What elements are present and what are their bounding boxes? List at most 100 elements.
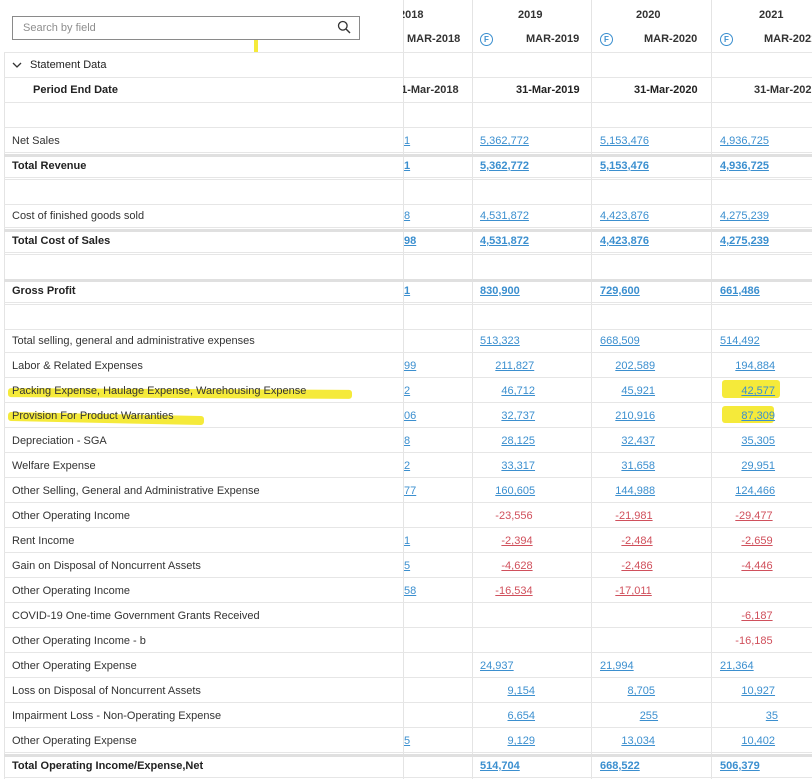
cell-value-2021[interactable]: 124,466 bbox=[735, 485, 775, 497]
cell-value-2019[interactable]: 4,531,872 bbox=[480, 235, 529, 247]
cell-value-2020[interactable]: 144,988 bbox=[615, 485, 655, 497]
cell-value-2019[interactable]: 4,531,872 bbox=[480, 210, 529, 222]
cell-value-2018[interactable]: 1 bbox=[404, 285, 410, 297]
col-period-2018[interactable]: MAR-2018 bbox=[407, 33, 460, 45]
cell-value-2020[interactable]: 4,423,876 bbox=[600, 235, 649, 247]
cell-value-2018[interactable]: 1 bbox=[404, 535, 410, 547]
cell-value-2021[interactable]: 35 bbox=[766, 710, 778, 722]
row-label: Total Cost of Sales bbox=[12, 235, 111, 247]
cell-value-2020[interactable]: 729,600 bbox=[600, 285, 640, 297]
cell-value-2021[interactable]: 661,486 bbox=[720, 285, 760, 297]
cell-value-2020[interactable]: 202,589 bbox=[615, 360, 655, 372]
cell-value-2020[interactable]: 13,034 bbox=[621, 735, 655, 747]
cell-value-2019[interactable]: -4,628 bbox=[501, 560, 532, 572]
cell-value-2018[interactable]: 98 bbox=[404, 235, 416, 247]
cell-value-2019[interactable]: 5,362,772 bbox=[480, 135, 529, 147]
cell-value-2018[interactable]: 5 bbox=[404, 735, 410, 747]
cell-value-2020[interactable]: 8,705 bbox=[628, 685, 656, 697]
cell-value-2018[interactable]: 5 bbox=[404, 560, 410, 572]
cell-value-2020[interactable]: 5,153,476 bbox=[600, 135, 649, 147]
cell-value-2021[interactable]: 42,577 bbox=[741, 385, 775, 397]
cell-value-2019[interactable]: 9,129 bbox=[508, 735, 536, 747]
col-year-2018: 2018 bbox=[403, 9, 424, 21]
cell-value-2019[interactable]: 28,125 bbox=[501, 435, 535, 447]
cell-value-2021[interactable]: 4,275,239 bbox=[720, 210, 769, 222]
cell-value-2019[interactable]: 513,323 bbox=[480, 335, 520, 347]
cell-value-2021[interactable]: 10,927 bbox=[741, 685, 775, 697]
cell-value-2020[interactable]: 4,423,876 bbox=[600, 210, 649, 222]
cell-value-2020[interactable]: 31,658 bbox=[621, 460, 655, 472]
cell-value-2018[interactable]: 8 bbox=[404, 435, 410, 447]
cell-value-2021[interactable]: -29,477 bbox=[735, 510, 772, 522]
section-toggle[interactable]: Statement Data bbox=[12, 59, 106, 71]
col-period-2019[interactable]: MAR-2019 bbox=[526, 33, 579, 45]
search-field-box[interactable] bbox=[12, 16, 360, 40]
row-label: Labor & Related Expenses bbox=[12, 360, 143, 372]
cell-value-2019[interactable]: -16,534 bbox=[495, 585, 532, 597]
cell-value-2020[interactable]: 668,509 bbox=[600, 335, 640, 347]
forecast-badge-icon[interactable]: F bbox=[720, 33, 733, 46]
col-period-2020[interactable]: MAR-2020 bbox=[644, 33, 697, 45]
cell-value-2021[interactable]: -16,185 bbox=[735, 635, 772, 647]
search-input[interactable] bbox=[21, 21, 337, 35]
search-icon[interactable] bbox=[337, 20, 351, 37]
cell-value-2019[interactable]: 830,900 bbox=[480, 285, 520, 297]
cell-value-2019[interactable]: 6,654 bbox=[508, 710, 536, 722]
cell-value-2019[interactable]: 9,154 bbox=[508, 685, 536, 697]
cell-value-2021[interactable]: -2,659 bbox=[741, 535, 772, 547]
cell-value-2019[interactable]: 33,317 bbox=[501, 460, 535, 472]
cell-value-2021[interactable]: 514,492 bbox=[720, 335, 760, 347]
cell-value-2019[interactable]: -2,394 bbox=[501, 535, 532, 547]
cell-value-2020[interactable]: 5,153,476 bbox=[600, 160, 649, 172]
cell-value-2019[interactable]: 160,605 bbox=[495, 485, 535, 497]
cell-value-2021[interactable]: 506,379 bbox=[720, 760, 760, 772]
cell-value-2019[interactable]: 32,737 bbox=[501, 410, 535, 422]
cell-value-2019[interactable]: 46,712 bbox=[501, 385, 535, 397]
row-label: Total Operating Income/Expense,Net bbox=[12, 760, 204, 772]
section-title: Statement Data bbox=[30, 59, 107, 71]
cell-value-2020[interactable]: 668,522 bbox=[600, 760, 640, 772]
cell-value-2021[interactable]: 35,305 bbox=[741, 435, 775, 447]
cell-value-2021[interactable]: -4,446 bbox=[741, 560, 772, 572]
forecast-badge-icon[interactable]: F bbox=[600, 33, 613, 46]
cell-value-2021[interactable]: 4,936,725 bbox=[720, 160, 769, 172]
end-date-2021: 31-Mar-2021 bbox=[754, 84, 812, 96]
cell-value-2018[interactable]: 2 bbox=[404, 460, 410, 472]
cell-value-2021[interactable]: 10,402 bbox=[741, 735, 775, 747]
cell-value-2021[interactable]: 4,936,725 bbox=[720, 135, 769, 147]
cell-value-2020[interactable]: -2,486 bbox=[621, 560, 652, 572]
cell-value-2020[interactable]: 32,437 bbox=[621, 435, 655, 447]
cell-value-2020[interactable]: -2,484 bbox=[621, 535, 652, 547]
row-label: Other Operating Expense bbox=[12, 660, 137, 672]
cell-value-2021[interactable]: 87,309 bbox=[741, 410, 775, 422]
cell-value-2018[interactable]: 1 bbox=[404, 135, 410, 147]
cell-value-2019[interactable]: -23,556 bbox=[495, 510, 532, 522]
cell-value-2019[interactable]: 211,827 bbox=[495, 360, 534, 372]
cell-value-2018[interactable]: 58 bbox=[404, 585, 416, 597]
forecast-badge-icon[interactable]: F bbox=[480, 33, 493, 46]
cell-value-2018[interactable]: 1 bbox=[404, 160, 410, 172]
cell-value-2020[interactable]: 45,921 bbox=[621, 385, 655, 397]
cell-value-2020[interactable]: -21,981 bbox=[615, 510, 652, 522]
col-period-2021[interactable]: MAR-2021 bbox=[764, 33, 812, 45]
cell-value-2019[interactable]: 5,362,772 bbox=[480, 160, 529, 172]
cell-value-2019[interactable]: 514,704 bbox=[480, 760, 520, 772]
row-label: Cost of finished goods sold bbox=[12, 210, 145, 222]
row-label: Packing Expense, Haulage Expense, Wareho… bbox=[12, 385, 307, 397]
cell-value-2021[interactable]: 4,275,239 bbox=[720, 235, 769, 247]
cell-value-2018[interactable]: 2 bbox=[404, 385, 410, 397]
cell-value-2020[interactable]: 210,916 bbox=[615, 410, 655, 422]
row-label: Gain on Disposal of Noncurrent Assets bbox=[12, 560, 201, 572]
cell-value-2021[interactable]: -6,187 bbox=[741, 610, 772, 622]
cell-value-2018[interactable]: 99 bbox=[404, 360, 416, 372]
cell-value-2019[interactable]: 24,937 bbox=[480, 660, 514, 672]
cell-value-2021[interactable]: 21,364 bbox=[720, 660, 754, 672]
cell-value-2021[interactable]: 29,951 bbox=[741, 460, 775, 472]
cell-value-2018[interactable]: 77 bbox=[404, 485, 416, 497]
cell-value-2020[interactable]: 255 bbox=[640, 710, 658, 722]
cell-value-2018[interactable]: 06 bbox=[404, 410, 416, 422]
cell-value-2018[interactable]: 8 bbox=[404, 210, 410, 222]
cell-value-2020[interactable]: -17,011 bbox=[615, 585, 652, 597]
cell-value-2020[interactable]: 21,994 bbox=[600, 660, 634, 672]
cell-value-2021[interactable]: 194,884 bbox=[735, 360, 775, 372]
